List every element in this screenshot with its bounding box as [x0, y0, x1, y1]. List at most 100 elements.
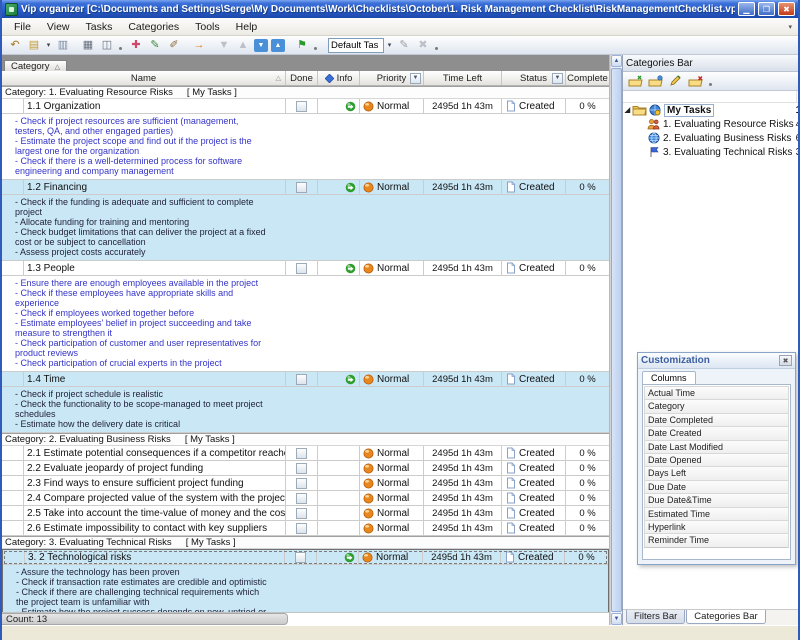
tab-filters-bar[interactable]: Filters Bar	[626, 610, 685, 624]
task-row[interactable]: 1.3 PeopleNormal2495d 1h 43mCreated0 %	[2, 261, 609, 276]
flag-icon[interactable]: ⚑	[293, 37, 311, 53]
new-category-icon[interactable]: d="M1 2.5h4.5L7 4h7v7H1z" fill="#f2c94c"…	[627, 73, 644, 89]
task-notes[interactable]: - Check if the funding is adequate and s…	[2, 195, 609, 261]
column-header-priority[interactable]: Priority ▼	[360, 71, 424, 85]
task-row[interactable]: 2.6 Estimate impossibility to contact wi…	[2, 521, 609, 536]
pin-icon[interactable]	[796, 57, 800, 69]
task-notes[interactable]: - Check if project resources are suffici…	[2, 114, 609, 180]
task-row[interactable]: 1.1 OrganizationNormal2495d 1h 43mCreate…	[2, 99, 609, 114]
menu-view[interactable]: View	[39, 20, 78, 34]
move-up-icon[interactable]: ▲	[234, 37, 252, 53]
add-task-icon[interactable]: ✚	[127, 37, 145, 53]
move-down-icon[interactable]: ▼	[215, 37, 233, 53]
column-header-status[interactable]: Status ▼	[502, 71, 566, 85]
combo-caret[interactable]: ▾	[385, 37, 394, 53]
task-row[interactable]: 2.4 Compare projected value of the syste…	[2, 491, 609, 506]
task-row[interactable]: 2.5 Take into account the time-value of …	[2, 506, 609, 521]
done-checkbox[interactable]	[295, 552, 306, 563]
tree-item-my-tasks[interactable]: ◢My Tasks1313	[623, 103, 800, 117]
paste-icon[interactable]: ▥	[54, 37, 72, 53]
category-group-row[interactable]: Category: 3. Evaluating Technical Risks[…	[2, 536, 609, 549]
tree-item-2[interactable]: 2. Evaluating Business Risks66	[623, 131, 800, 145]
tree-item-1[interactable]: 1. Evaluating Resource Risks44	[623, 117, 800, 131]
task-notes[interactable]: - Assure the technology has been proven-…	[3, 565, 608, 612]
delete-category-icon[interactable]: d="M1 2.5h4.5L7 4h7v7H1z" fill="#f2c94c"…	[687, 73, 704, 89]
edit-category-icon[interactable]	[667, 73, 684, 89]
done-checkbox[interactable]	[296, 508, 307, 519]
column-header-complete[interactable]: Complete	[566, 71, 609, 85]
task-notes[interactable]: - Ensure there are enough employees avai…	[2, 276, 609, 372]
task-row[interactable]: 2.2 Evaluate jeopardy of project funding…	[2, 461, 609, 476]
category-group-row[interactable]: Category: 2. Evaluating Business Risks[ …	[2, 433, 609, 446]
attach-icon[interactable]: ✐	[165, 37, 183, 53]
menu-categories[interactable]: Categories	[120, 20, 187, 34]
menu-overflow-icon[interactable]: ▾	[788, 23, 794, 31]
undo-icon[interactable]: ↶	[6, 37, 24, 53]
status-filter-button[interactable]: ▼	[552, 73, 563, 84]
column-header-info[interactable]: Info	[318, 71, 360, 85]
sort-desc-icon[interactable]: ▼	[254, 39, 268, 52]
menu-file[interactable]: File	[6, 20, 39, 34]
column-header-time-left[interactable]: Time Left	[424, 71, 502, 85]
preview-icon[interactable]: ◫	[98, 37, 116, 53]
done-checkbox[interactable]	[296, 463, 307, 474]
tree-item-3[interactable]: 3. Evaluating Technical Risks33	[623, 145, 800, 159]
clear-filter-icon[interactable]: ✖	[414, 37, 432, 53]
new-task-icon[interactable]: ▤	[25, 37, 43, 53]
customization-column-item[interactable]: Reminder Time	[644, 533, 789, 547]
customization-column-item[interactable]: Date Last Modified	[644, 440, 789, 454]
menu-tools[interactable]: Tools	[187, 20, 228, 34]
complete-task-icon[interactable]: →	[190, 37, 208, 53]
customization-column-item[interactable]: Estimated Time	[644, 507, 789, 521]
task-row[interactable]: 2.1 Estimate potential consequences if a…	[2, 446, 609, 461]
done-checkbox[interactable]	[296, 182, 307, 193]
dropdown-caret[interactable]: ▾	[44, 37, 53, 53]
task-template-combo[interactable]: Default Tas	[328, 38, 384, 53]
minimize-button[interactable]: ▁	[738, 2, 755, 16]
restore-button[interactable]: ❒	[758, 2, 775, 16]
column-header-done[interactable]: Done	[286, 71, 318, 85]
done-checkbox[interactable]	[296, 448, 307, 459]
scrollbar-thumb[interactable]	[611, 68, 622, 612]
task-notes[interactable]: - Check if project schedule is realistic…	[2, 387, 609, 433]
tree-column-j[interactable]: J...	[796, 91, 800, 102]
task-template-value[interactable]: Default Tas	[328, 38, 384, 53]
task-row[interactable]: 2.3 Find ways to ensure sufficient proje…	[2, 476, 609, 491]
close-button[interactable]: ✖	[778, 2, 795, 16]
priority-filter-button[interactable]: ▼	[410, 73, 421, 84]
done-checkbox[interactable]	[296, 101, 307, 112]
customization-column-item[interactable]: Hyperlink	[644, 520, 789, 534]
customization-column-item[interactable]: Due Date	[644, 480, 789, 494]
category-group-row[interactable]: Category: 1. Evaluating Resource Risks[ …	[2, 86, 609, 99]
apply-filter-icon[interactable]: ✎	[395, 37, 413, 53]
tab-categories-bar[interactable]: Categories Bar	[686, 610, 765, 624]
grid-vertical-scrollbar[interactable]: ▲ ▼	[610, 55, 622, 625]
customization-column-item[interactable]: Actual Time	[644, 386, 789, 400]
customization-column-item[interactable]: Days Left	[644, 466, 789, 480]
print-icon[interactable]: ▦	[79, 37, 97, 53]
done-checkbox[interactable]	[296, 374, 307, 385]
sort-asc-icon[interactable]: ▲	[271, 39, 285, 52]
tab-columns[interactable]: Columns	[642, 371, 696, 384]
done-checkbox[interactable]	[296, 478, 307, 489]
column-header-name[interactable]: Name △	[2, 71, 286, 85]
customization-column-item[interactable]: Date Opened	[644, 453, 789, 467]
customization-column-item[interactable]: Date Completed	[644, 413, 789, 427]
new-subcategory-icon[interactable]: d="M1 2.5h4.5L7 4h7v7H1z" fill="#f2c94c"…	[647, 73, 664, 89]
task-row[interactable]: 3. 2 Technological risksNormal2495d 1h 4…	[3, 550, 608, 565]
done-checkbox[interactable]	[296, 493, 307, 504]
done-checkbox[interactable]	[296, 523, 307, 534]
done-checkbox[interactable]	[296, 263, 307, 274]
scroll-up-icon[interactable]: ▲	[611, 55, 622, 67]
task-row[interactable]: 1.2 FinancingNormal2495d 1h 43mCreated0 …	[2, 180, 609, 195]
customization-close-icon[interactable]: ✖	[779, 355, 792, 366]
edit-task-icon[interactable]: ✎	[146, 37, 164, 53]
scroll-down-icon[interactable]: ▼	[611, 613, 622, 625]
menu-tasks[interactable]: Tasks	[78, 20, 121, 34]
customization-column-item[interactable]: Due Date&Time	[644, 493, 789, 507]
customization-column-item[interactable]: Category	[644, 399, 789, 413]
task-row[interactable]: 1.4 TimeNormal2495d 1h 43mCreated0 %	[2, 372, 609, 387]
menu-help[interactable]: Help	[228, 20, 266, 34]
customization-column-item[interactable]: Date Created	[644, 426, 789, 440]
customization-titlebar[interactable]: Customization ✖	[638, 353, 795, 369]
